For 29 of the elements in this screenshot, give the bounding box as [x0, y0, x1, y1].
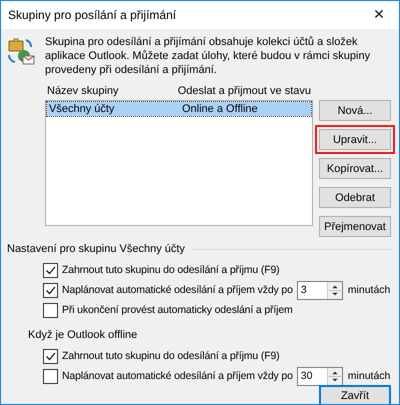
checkbox[interactable]: [43, 348, 58, 364]
column-header: Název skupiny: [47, 85, 120, 97]
minutes-spinner[interactable]: 30: [296, 366, 343, 386]
list-row[interactable]: Všechny účty Online a Offline: [47, 102, 311, 116]
close-dialog-button[interactable]: Zavřít: [319, 385, 391, 404]
window-title: Skupiny pro posílání a přijímání: [8, 8, 176, 22]
checkbox-label: Naplánovat automatické odesílání a příjem vždy po: [62, 284, 293, 296]
dialog-button[interactable]: Kopírovat...: [319, 158, 391, 179]
briefcase-sync-icon: [7, 37, 35, 65]
group-title: Když je Outlook offline: [28, 329, 138, 341]
unit-label: minutách: [348, 284, 390, 296]
group-title: Nastavení pro skupinu Všechny účty: [7, 243, 185, 255]
checkbox-label: Zahrnout tuto skupinu do odesílání a příjmu (F9): [62, 264, 280, 276]
checkbox[interactable]: [43, 282, 58, 298]
checkbox-label: Zahrnout tuto skupinu do odesílání a příjmu (F9): [62, 350, 280, 362]
minutes-spinner[interactable]: 3: [296, 280, 343, 300]
close-button[interactable]: ✕: [359, 1, 399, 29]
checkbox-label: Naplánovat automatické odesílání a příjem vždy po: [62, 370, 293, 382]
dialog-button[interactable]: Odebrat: [319, 187, 391, 208]
dialog-button[interactable]: Přejmenovat: [319, 216, 391, 237]
unit-label: minutách: [348, 370, 390, 382]
dialog-button[interactable]: Upravit...: [319, 129, 391, 150]
checkbox[interactable]: [43, 262, 58, 278]
checkbox[interactable]: [43, 368, 58, 384]
checkbox[interactable]: [43, 302, 58, 318]
dialog-button[interactable]: Nová...: [319, 100, 391, 121]
column-header: Odeslat a přijmout ve stavu: [178, 85, 311, 97]
checkbox-label: Při ukončení provést automaticky odeslání a příjem: [62, 304, 293, 316]
description-text: Skupina pro odesílání a přijímání obsahuje kolekci účtů a složek aplikace Outlook. Můžete zadat úlohy, které budou v rámci skupiny provedeny při odesílání a přijímání.: [45, 35, 372, 77]
